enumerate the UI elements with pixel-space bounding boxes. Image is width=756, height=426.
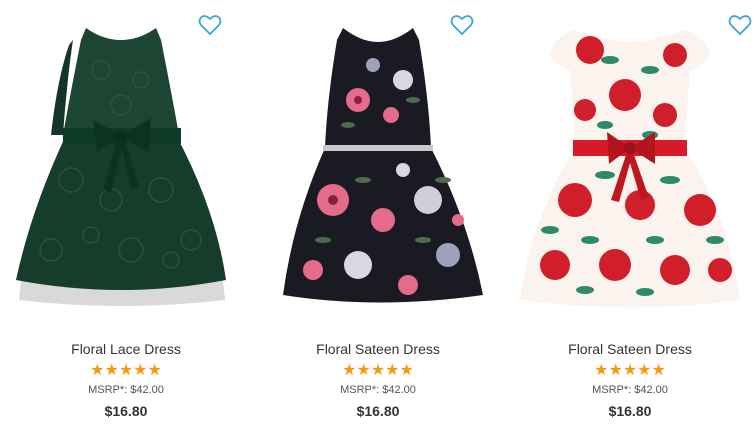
product-name-link[interactable]: Floral Lace Dress xyxy=(0,341,252,357)
sale-price: $16.80 xyxy=(608,403,652,419)
msrp-price: MSRP*: $42.00 xyxy=(340,384,416,396)
dress-image xyxy=(283,28,483,303)
product-image[interactable] xyxy=(504,0,756,330)
product-card: Floral Lace Dress ★★★★★ MSRP*: $42.00 $1… xyxy=(0,0,252,426)
rating-stars: ★★★★★ xyxy=(342,362,414,379)
msrp-price: MSRP*: $42.00 xyxy=(592,384,668,396)
dress-image xyxy=(16,28,226,306)
sale-price: $16.80 xyxy=(356,403,400,419)
rating-stars: ★★★★★ xyxy=(594,362,666,379)
product-image[interactable] xyxy=(252,0,504,330)
product-image[interactable] xyxy=(0,0,252,330)
wishlist-heart-icon[interactable] xyxy=(198,14,224,38)
product-name-link[interactable]: Floral Sateen Dress xyxy=(252,341,504,357)
product-card: Floral Sateen Dress ★★★★★ MSRP*: $42.00 … xyxy=(252,0,504,426)
product-card: Floral Sateen Dress ★★★★★ MSRP*: $42.00 … xyxy=(504,0,756,426)
sale-price: $16.80 xyxy=(104,403,148,419)
product-name-link[interactable]: Floral Sateen Dress xyxy=(504,341,756,357)
wishlist-heart-icon[interactable] xyxy=(728,14,754,38)
wishlist-heart-icon[interactable] xyxy=(450,14,476,38)
msrp-price: MSRP*: $42.00 xyxy=(88,384,164,396)
rating-stars: ★★★★★ xyxy=(90,362,162,379)
dress-image xyxy=(520,30,740,308)
